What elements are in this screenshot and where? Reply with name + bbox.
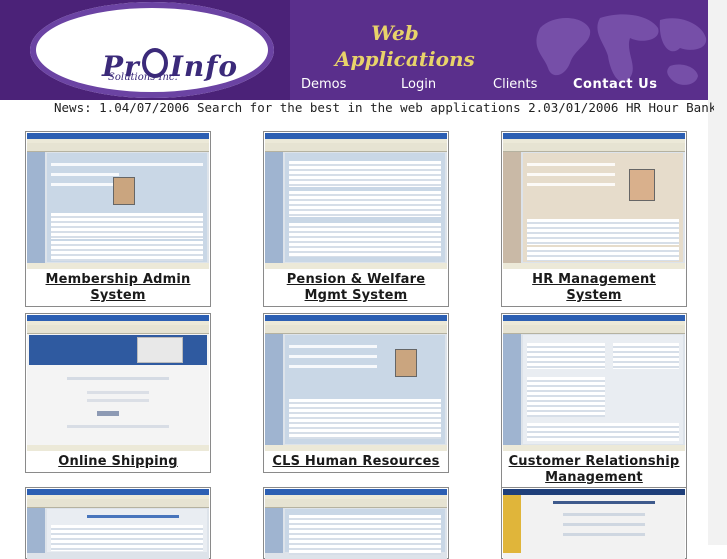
form-row bbox=[51, 163, 203, 166]
app-sidebar bbox=[265, 152, 283, 263]
app-card-pension[interactable]: Pension & Welfare Mgmt System bbox=[263, 131, 449, 307]
data-grid bbox=[527, 247, 679, 261]
data-grid bbox=[289, 161, 441, 187]
reports-screenshot[interactable] bbox=[27, 489, 209, 559]
window-toolbar bbox=[27, 143, 209, 152]
hr-screenshot[interactable] bbox=[503, 133, 685, 269]
login-heading bbox=[67, 377, 169, 380]
data-grid bbox=[51, 525, 203, 551]
window-toolbar bbox=[503, 325, 685, 334]
membership-screenshot[interactable] bbox=[27, 133, 209, 269]
window-titlebar bbox=[503, 489, 685, 495]
customer-profile-screenshot[interactable] bbox=[265, 489, 447, 559]
page-scrollbar[interactable] bbox=[708, 0, 727, 545]
news-ticker: News: 1.04/07/2006 Search for the best i… bbox=[54, 100, 714, 115]
form-row bbox=[527, 163, 615, 166]
app-card-membership[interactable]: Membership Admin System bbox=[25, 131, 211, 307]
app-content bbox=[523, 153, 683, 262]
form-row bbox=[563, 523, 645, 526]
window-toolbar bbox=[265, 499, 447, 508]
truck-image bbox=[137, 337, 183, 363]
window-statusbar bbox=[27, 263, 209, 269]
online-shipping-link[interactable]: Online Shipping bbox=[26, 452, 210, 472]
shipping-screenshot[interactable] bbox=[27, 315, 209, 451]
app-sidebar bbox=[503, 152, 521, 263]
form-row bbox=[289, 345, 377, 348]
form-row bbox=[289, 355, 377, 358]
form-row bbox=[51, 173, 119, 176]
window-toolbar bbox=[265, 325, 447, 334]
cls-human-resources-link[interactable]: CLS Human Resources bbox=[264, 452, 448, 472]
app-sidebar bbox=[503, 334, 521, 445]
data-grid bbox=[527, 377, 605, 417]
section-header bbox=[553, 501, 655, 504]
data-grid bbox=[289, 515, 441, 555]
app-sidebar bbox=[265, 508, 283, 553]
site-header: Pr Info Solutions Inc. Web Applications D… bbox=[0, 0, 708, 100]
applicant-screenshot[interactable] bbox=[503, 489, 685, 559]
app-card-applicant[interactable] bbox=[501, 487, 687, 559]
app-card-customer-profile[interactable] bbox=[263, 487, 449, 559]
form-row bbox=[563, 513, 645, 516]
info-text bbox=[67, 425, 169, 428]
pension-welfare-link[interactable]: Pension & Welfare Mgmt System bbox=[264, 270, 448, 306]
app-card-hr[interactable]: HR Management System bbox=[501, 131, 687, 307]
web-applications-title: Web Applications bbox=[335, 20, 475, 72]
window-toolbar bbox=[27, 499, 209, 508]
form-row bbox=[51, 183, 119, 186]
data-grid bbox=[289, 399, 441, 439]
app-sidebar bbox=[503, 495, 521, 553]
crm-link[interactable]: Customer Relationship Management bbox=[502, 452, 686, 488]
form-row bbox=[563, 533, 645, 536]
membership-admin-link[interactable]: Membership Admin System bbox=[26, 270, 210, 306]
app-sidebar bbox=[265, 334, 283, 445]
data-grid bbox=[51, 213, 203, 239]
app-sidebar bbox=[27, 152, 45, 263]
form-row bbox=[289, 365, 377, 368]
nav-clients[interactable]: Clients bbox=[493, 77, 537, 92]
title-line-applications: Applications bbox=[335, 47, 475, 71]
window-statusbar bbox=[265, 263, 447, 269]
data-grid bbox=[51, 241, 203, 261]
nav-demos[interactable]: Demos bbox=[301, 77, 346, 92]
report-header bbox=[87, 515, 179, 518]
app-card-crm[interactable]: Customer Relationship Management bbox=[501, 313, 687, 489]
hr-management-link[interactable]: HR Management System bbox=[502, 270, 686, 306]
data-grid bbox=[527, 219, 679, 245]
logo-tagline: Solutions Inc. bbox=[108, 72, 178, 83]
title-line-web: Web bbox=[371, 21, 419, 45]
data-grid bbox=[527, 343, 605, 369]
data-grid bbox=[289, 223, 441, 257]
form-row bbox=[527, 183, 615, 186]
app-card-reports[interactable] bbox=[25, 487, 211, 559]
employee-photo bbox=[629, 169, 655, 201]
login-field bbox=[87, 399, 149, 402]
nav-login[interactable]: Login bbox=[401, 77, 436, 92]
window-toolbar bbox=[265, 143, 447, 152]
pension-screenshot[interactable] bbox=[265, 133, 447, 269]
login-button bbox=[97, 411, 119, 416]
data-grid bbox=[289, 191, 441, 217]
member-photo bbox=[113, 177, 135, 205]
crm-screenshot[interactable] bbox=[503, 315, 685, 451]
form-row bbox=[527, 173, 615, 176]
window-statusbar bbox=[503, 445, 685, 451]
window-statusbar bbox=[265, 445, 447, 451]
employee-photo bbox=[395, 349, 417, 377]
app-sidebar bbox=[27, 508, 45, 553]
app-card-shipping[interactable]: Online Shipping bbox=[25, 313, 211, 473]
data-grid bbox=[613, 343, 679, 369]
data-grid bbox=[527, 423, 679, 441]
window-statusbar bbox=[27, 445, 209, 451]
window-statusbar bbox=[503, 263, 685, 269]
window-toolbar bbox=[27, 325, 209, 334]
cls-hr-screenshot[interactable] bbox=[265, 315, 447, 451]
nav-contact-us[interactable]: Contact Us bbox=[573, 77, 657, 92]
app-card-cls-hr[interactable]: CLS Human Resources bbox=[263, 313, 449, 473]
login-field bbox=[87, 391, 149, 394]
window-toolbar bbox=[503, 143, 685, 152]
